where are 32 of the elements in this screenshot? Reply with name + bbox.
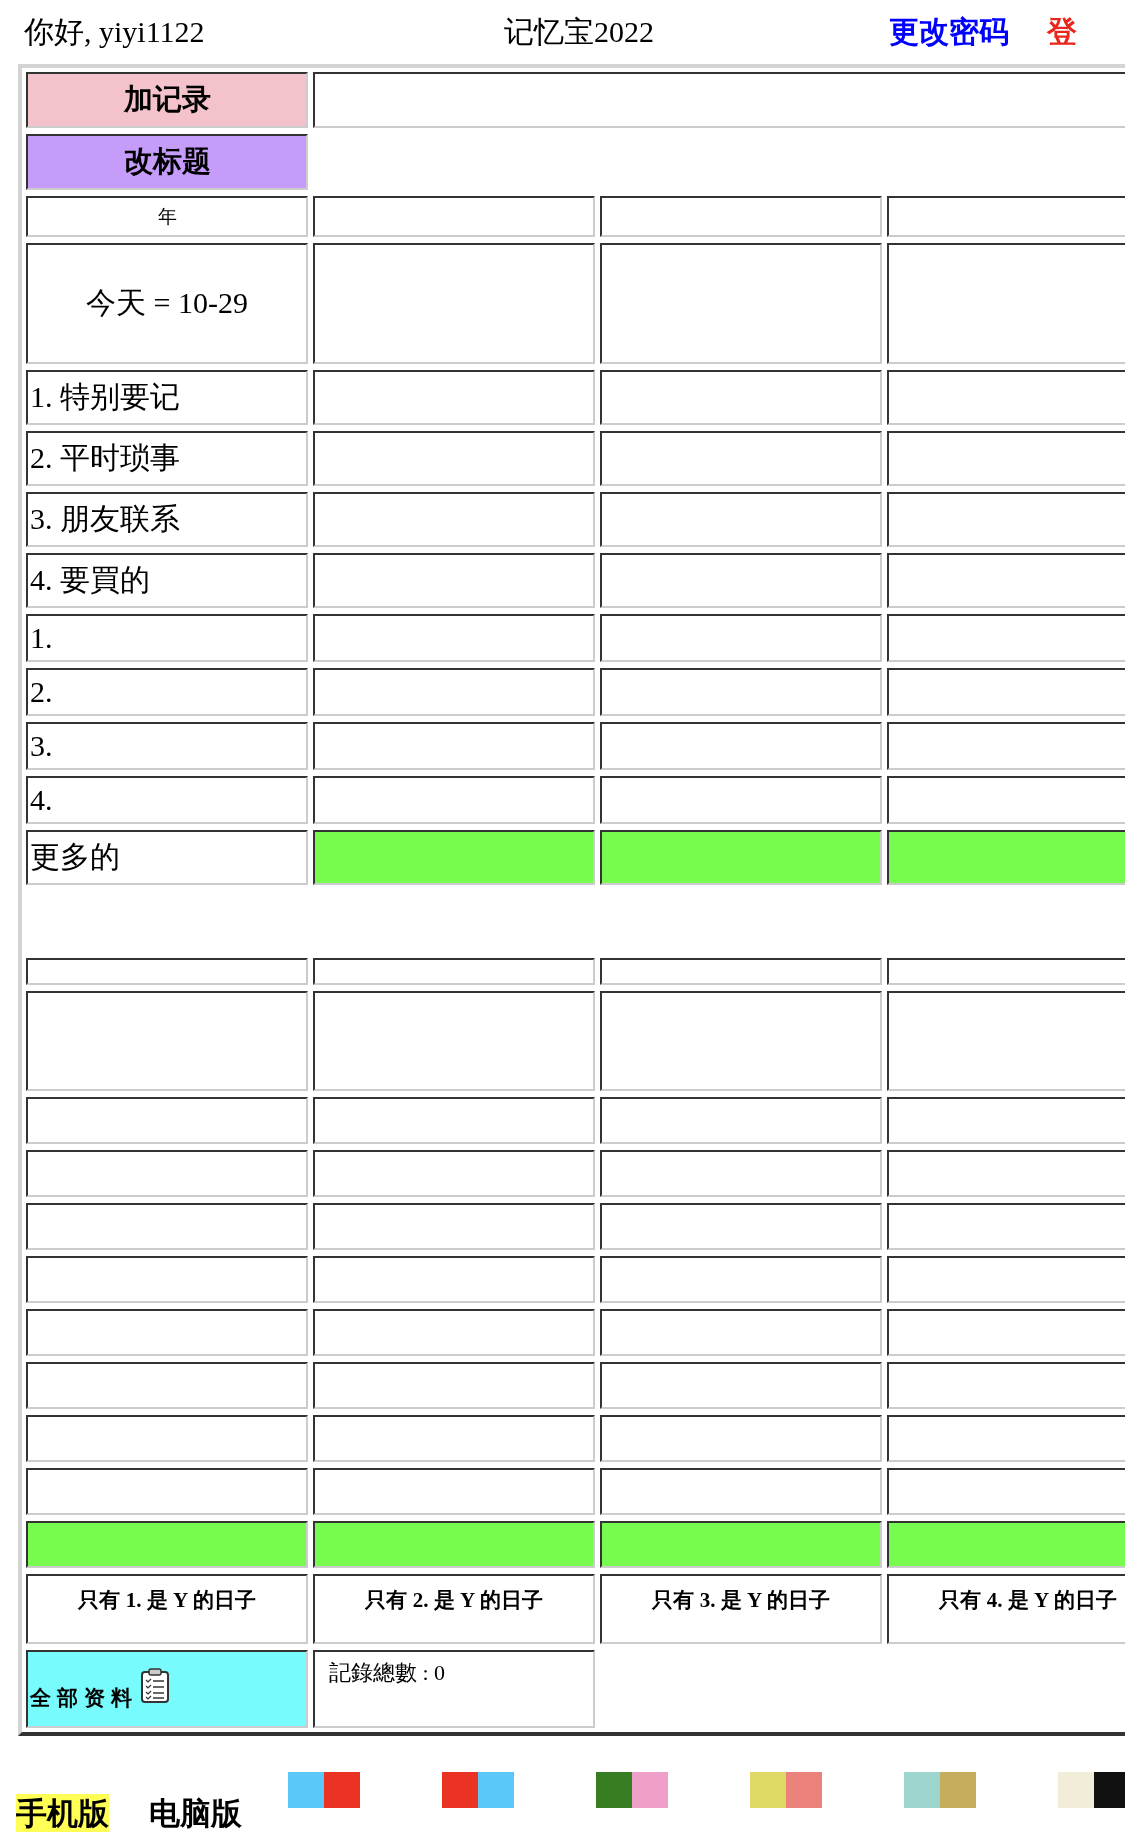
logout-link[interactable]: 登 — [1047, 11, 1077, 53]
edit-title-button[interactable]: 改标题 — [26, 134, 308, 190]
filter-button[interactable]: 只有 3. 是 Y 的日子 — [600, 1574, 882, 1644]
color-theme-swatch[interactable] — [596, 1772, 668, 1808]
table-cell: 今天 = 10-29 — [26, 243, 308, 364]
greeting-text: 你好, yiyi1122 — [24, 13, 206, 50]
filter-button[interactable]: 只有 4. 是 Y 的日子 — [887, 1574, 1125, 1644]
table-cell: 4. — [26, 776, 308, 824]
change-password-link[interactable]: 更改密码 — [889, 11, 1009, 53]
filter-button[interactable]: 只有 1. 是 Y 的日子 — [26, 1574, 308, 1644]
table-cell: 3. 朋友联系 — [26, 492, 308, 547]
filter-button[interactable]: 只有 2. 是 Y 的日子 — [313, 1574, 595, 1644]
color-theme-swatch[interactable] — [750, 1772, 822, 1808]
color-theme-swatch[interactable] — [904, 1772, 976, 1808]
table-cell: 1. — [26, 614, 308, 662]
table-cell: 年 — [26, 196, 308, 237]
version-link[interactable]: 电脑版 — [149, 1794, 242, 1832]
color-theme-swatch[interactable] — [442, 1772, 514, 1808]
record-count-text: 記錄總數 : 0 — [329, 1660, 446, 1685]
table-cell: 1. 特别要记 — [26, 370, 308, 425]
add-record-button[interactable]: 加记录 — [26, 72, 308, 128]
clipboard-icon — [140, 1668, 170, 1704]
all-data-button[interactable]: 全部资料 — [26, 1650, 308, 1728]
color-theme-swatch[interactable] — [1058, 1772, 1125, 1808]
table-cell: 2. — [26, 668, 308, 716]
table-cell: 4. 要買的 — [26, 553, 308, 608]
app-title: 记忆宝2022 — [504, 13, 655, 50]
table-cell: 3. — [26, 722, 308, 770]
version-link[interactable]: 手机版 — [16, 1794, 109, 1832]
color-theme-swatch[interactable] — [288, 1772, 360, 1808]
table-cell: 2. 平时琐事 — [26, 431, 308, 486]
table-cell: 更多的 — [26, 830, 308, 885]
